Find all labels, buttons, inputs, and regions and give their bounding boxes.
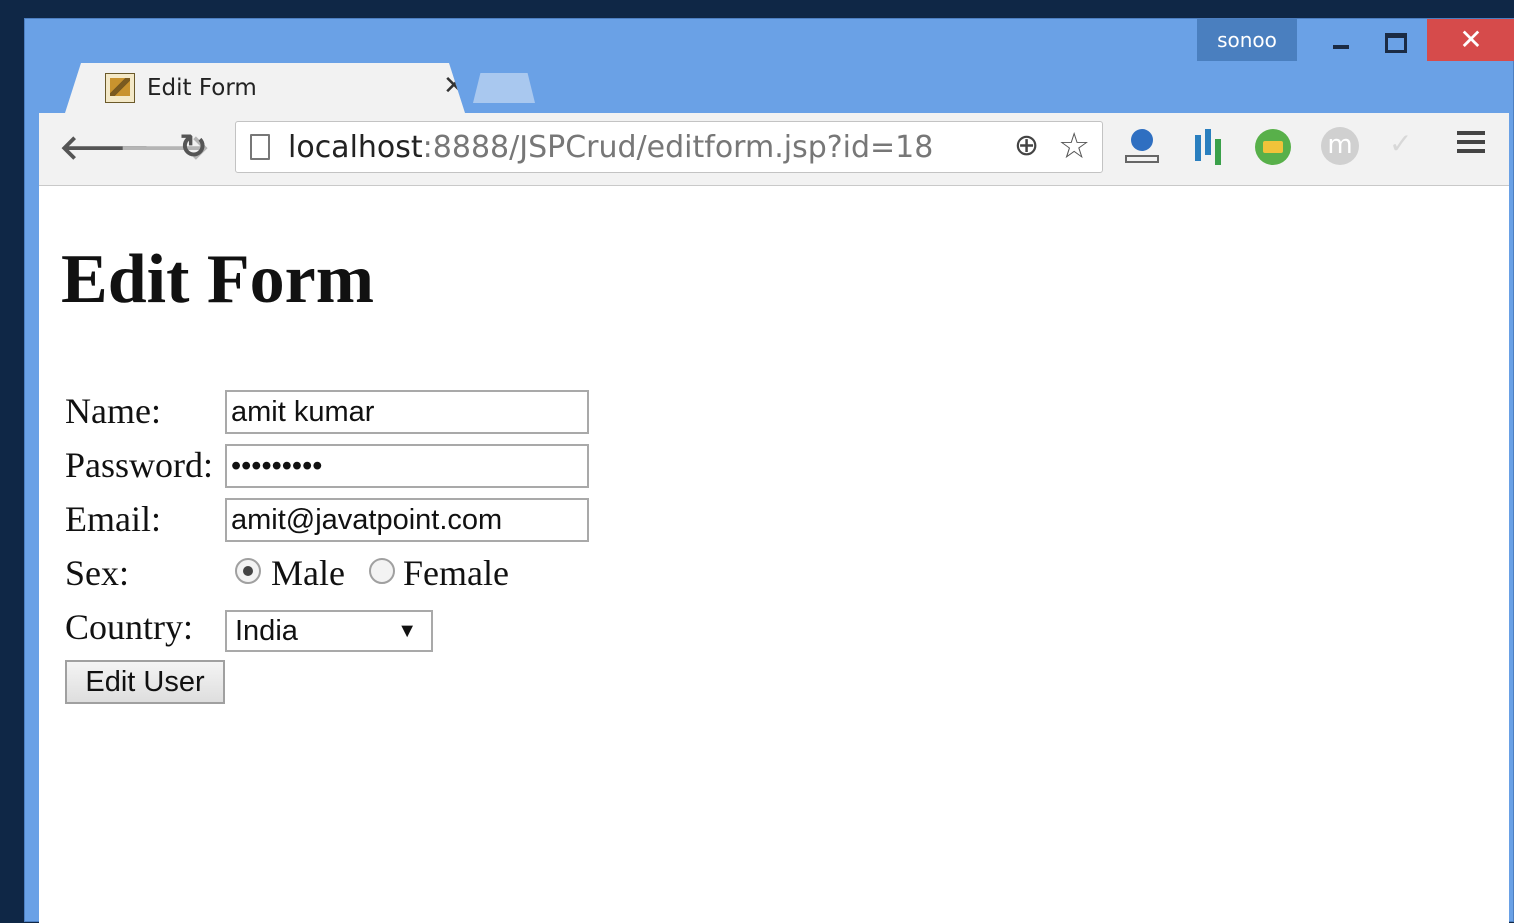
extension-pen-icon[interactable]: ✓ bbox=[1389, 127, 1429, 167]
extension-chart-icon[interactable] bbox=[1189, 127, 1229, 167]
star-icon[interactable]: ☆ bbox=[1058, 126, 1090, 167]
browser-window: sonoo ✕ Edit Form ✕ 🡐 🡒 ↻ localhost:8888… bbox=[24, 18, 1514, 923]
extension-m-icon[interactable] bbox=[1321, 127, 1361, 167]
menu-icon[interactable] bbox=[1457, 127, 1485, 155]
page-content: Edit Form Name: amit kumar Password: •••… bbox=[39, 186, 1509, 923]
email-field[interactable]: amit@javatpoint.com bbox=[225, 498, 589, 542]
male-label: Male bbox=[271, 553, 345, 593]
email-label: Email: bbox=[65, 499, 161, 539]
country-label: Country: bbox=[65, 607, 194, 647]
minimize-button[interactable] bbox=[1317, 19, 1365, 61]
zoom-icon[interactable]: ⊕ bbox=[1014, 128, 1039, 163]
address-bar[interactable]: localhost:8888/JSPCrud/editform.jsp?id=1… bbox=[235, 121, 1103, 173]
reload-icon[interactable]: ↻ bbox=[179, 127, 208, 167]
male-radio[interactable] bbox=[235, 558, 261, 584]
browser-toolbar: 🡐 🡒 ↻ localhost:8888/JSPCrud/editform.js… bbox=[39, 113, 1509, 186]
maximize-button[interactable] bbox=[1371, 19, 1419, 61]
url-host: localhost bbox=[288, 130, 423, 165]
profile-button[interactable]: sonoo bbox=[1197, 19, 1297, 61]
name-label: Name: bbox=[65, 391, 161, 431]
browser-tab[interactable]: Edit Form ✕ bbox=[65, 63, 465, 113]
extension-download-icon[interactable] bbox=[1123, 127, 1163, 167]
country-value: India bbox=[235, 615, 298, 647]
edit-user-button[interactable]: Edit User bbox=[65, 660, 225, 704]
country-select[interactable]: India ▼ bbox=[225, 610, 433, 652]
url-text[interactable]: localhost:8888/JSPCrud/editform.jsp?id=1… bbox=[288, 130, 933, 165]
chevron-down-icon: ▼ bbox=[397, 620, 417, 642]
extension-wallet-icon[interactable] bbox=[1253, 127, 1293, 167]
url-path: :8888/JSPCrud/editform.jsp?id=18 bbox=[422, 130, 934, 165]
tab-close-icon[interactable]: ✕ bbox=[443, 71, 465, 101]
female-radio[interactable] bbox=[369, 558, 395, 584]
password-label: Password: bbox=[65, 445, 214, 485]
name-field[interactable]: amit kumar bbox=[225, 390, 589, 434]
female-label: Female bbox=[403, 553, 509, 593]
password-field[interactable]: ••••••••• bbox=[225, 444, 589, 488]
favicon-icon bbox=[105, 73, 135, 103]
page-title: Edit Form bbox=[61, 241, 375, 318]
tab-title: Edit Form bbox=[147, 75, 257, 101]
sex-label: Sex: bbox=[65, 553, 130, 593]
close-window-button[interactable]: ✕ bbox=[1427, 19, 1514, 61]
page-icon bbox=[250, 134, 270, 160]
new-tab-button[interactable] bbox=[473, 73, 535, 103]
